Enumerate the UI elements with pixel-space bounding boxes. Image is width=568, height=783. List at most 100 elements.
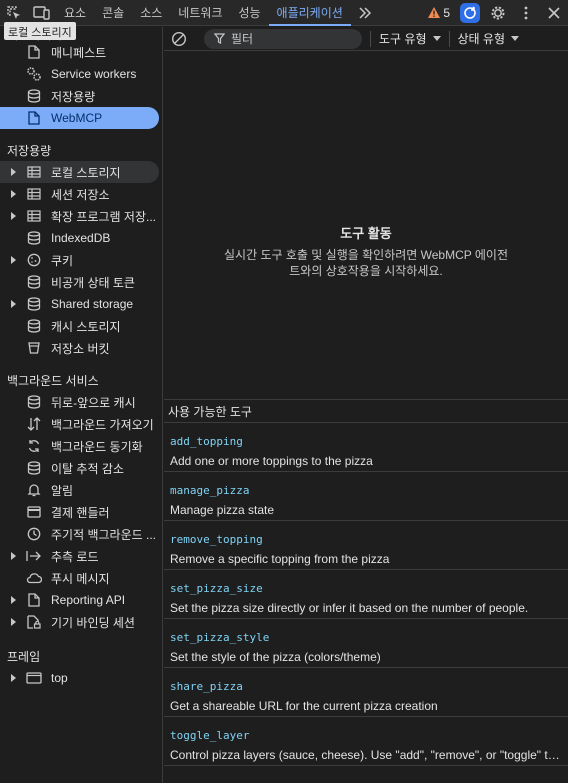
table-icon bbox=[26, 164, 42, 180]
section-background-services: 백그라운드 서비스 bbox=[7, 373, 99, 388]
more-tabs-icon[interactable] bbox=[351, 0, 379, 26]
tab-network[interactable]: 네트워크 bbox=[170, 0, 230, 26]
tool-description: Manage pizza state bbox=[170, 503, 275, 517]
sidebar-item-speculative-loads[interactable]: 추측 로드 bbox=[0, 545, 162, 567]
tool-item[interactable]: remove_topping Remove a specific topping… bbox=[164, 521, 568, 570]
table-icon bbox=[26, 186, 42, 202]
sidebar-item-shared-storage[interactable]: Shared storage bbox=[0, 293, 162, 315]
tool-item[interactable]: share_pizza Get a shareable URL for the … bbox=[164, 668, 568, 717]
sidebar-item-bfcache[interactable]: 뒤로-앞으로 캐시 bbox=[0, 391, 162, 413]
tool-description: Set the pizza size directly or infer it … bbox=[170, 601, 529, 615]
sidebar-item-session-storage[interactable]: 세션 저장소 bbox=[0, 183, 162, 205]
tool-type-label: 도구 유형 bbox=[379, 32, 427, 46]
sidebar-item-notifications[interactable]: 알림 bbox=[0, 479, 162, 501]
sidebar-item-background-fetch[interactable]: 백그라운드 가져오기 bbox=[0, 413, 162, 435]
tool-description: Control pizza layers (sauce, cheese). Us… bbox=[170, 748, 564, 762]
tool-type-dropdown[interactable]: 도구 유형 bbox=[379, 30, 441, 47]
status-type-dropdown[interactable]: 상태 유형 bbox=[457, 30, 519, 47]
sidebar-item-private-state-tokens[interactable]: 비공개 상태 토큰 bbox=[0, 271, 162, 293]
sidebar-item-local-storage[interactable]: 로컬 스토리지 bbox=[0, 161, 159, 183]
fetch-arrows-icon bbox=[26, 416, 42, 432]
bucket-icon bbox=[26, 340, 42, 356]
tool-name: set_pizza_style bbox=[170, 631, 270, 644]
more-options-icon[interactable] bbox=[512, 0, 540, 26]
tab-console[interactable]: 콘솔 bbox=[94, 0, 132, 26]
sidebar-item-webmcp[interactable]: WebMCP bbox=[0, 107, 159, 129]
sidebar-item-periodic-background-sync[interactable]: 주기적 백그라운드 ... bbox=[0, 523, 162, 545]
tool-item[interactable]: manage_pizza Manage pizza state bbox=[164, 472, 568, 521]
expand-arrow-icon[interactable] bbox=[11, 674, 16, 682]
expand-arrow-icon[interactable] bbox=[11, 190, 16, 198]
database-icon bbox=[26, 88, 42, 104]
expand-arrow-icon[interactable] bbox=[11, 596, 16, 604]
expand-arrow-icon[interactable] bbox=[11, 212, 16, 220]
chevron-down-icon bbox=[511, 36, 519, 41]
filter-input[interactable]: 필터 bbox=[204, 28, 362, 49]
database-icon bbox=[26, 274, 42, 290]
expand-arrow-icon[interactable] bbox=[11, 256, 16, 264]
document-icon bbox=[26, 592, 42, 608]
tool-name: set_pizza_size bbox=[170, 582, 263, 595]
database-icon bbox=[26, 460, 42, 476]
tool-item[interactable]: set_pizza_size Set the pizza size direct… bbox=[164, 570, 568, 619]
sidebar-item-indexeddb[interactable]: IndexedDB bbox=[0, 227, 162, 249]
sidebar-item-bounce-tracking[interactable]: 이탈 추적 감소 bbox=[0, 457, 162, 479]
tool-description: Remove a specific topping from the pizza bbox=[170, 552, 390, 566]
expand-arrow-icon[interactable] bbox=[11, 300, 16, 308]
expand-arrow-icon[interactable] bbox=[11, 168, 16, 176]
webmcp-toolbar: 필터 도구 유형 상태 유형 bbox=[164, 27, 568, 51]
close-icon[interactable] bbox=[540, 0, 568, 26]
database-icon bbox=[26, 230, 42, 246]
sidebar-item-background-sync[interactable]: 백그라운드 동기화 bbox=[0, 435, 162, 457]
tool-description: Set the style of the pizza (colors/theme… bbox=[170, 650, 381, 664]
tool-item[interactable]: toggle_layer Control pizza layers (sauce… bbox=[164, 717, 568, 766]
sidebar-item-payment-handler[interactable]: 결제 핸들러 bbox=[0, 501, 162, 523]
tool-name: manage_pizza bbox=[170, 484, 250, 497]
empty-title: 도구 활동 bbox=[340, 226, 392, 241]
bell-icon bbox=[26, 482, 42, 498]
warnings-counter[interactable]: 5 bbox=[421, 6, 456, 20]
tab-application[interactable]: 애플리케이션 bbox=[268, 0, 351, 26]
expand-arrow-icon[interactable] bbox=[11, 552, 16, 560]
tool-name: toggle_layer bbox=[170, 729, 250, 742]
lock-document-icon bbox=[26, 614, 42, 630]
tool-activity-empty-state: 도구 활동 실시간 도구 호출 및 실행을 확인하려면 WebMCP 에이전트와… bbox=[164, 51, 568, 399]
tool-description: Get a shareable URL for the current pizz… bbox=[170, 699, 438, 713]
settings-gear-icon[interactable] bbox=[484, 0, 512, 26]
gears-icon bbox=[26, 66, 42, 82]
sidebar-item-storage[interactable]: 저장용량 bbox=[0, 85, 162, 107]
tab-performance[interactable]: 성능 bbox=[230, 0, 268, 26]
ai-assistance-icon[interactable] bbox=[460, 2, 480, 23]
empty-description: 실시간 도구 호출 및 실행을 확인하려면 WebMCP 에이전트와의 상호작용… bbox=[224, 248, 509, 278]
sync-icon bbox=[26, 438, 42, 454]
section-storage: 저장용량 bbox=[7, 143, 52, 158]
sidebar-item-manifest[interactable]: 매니페스트 bbox=[0, 41, 162, 63]
tab-sources[interactable]: 소스 bbox=[132, 0, 170, 26]
cloud-icon bbox=[26, 570, 42, 586]
sidebar-item-cookies[interactable]: 쿠키 bbox=[0, 249, 162, 271]
devtools-tab-bar: 요소 콘솔 소스 네트워크 성능 애플리케이션 5 bbox=[0, 0, 568, 26]
tool-name: add_topping bbox=[170, 435, 243, 448]
sidebar-item-service-workers[interactable]: Service workers bbox=[0, 63, 162, 85]
sidebar-item-reporting-api[interactable]: Reporting API bbox=[0, 589, 162, 611]
database-icon bbox=[26, 394, 42, 410]
clear-icon[interactable] bbox=[171, 31, 187, 47]
chevron-down-icon bbox=[432, 36, 441, 41]
tool-item[interactable]: add_topping Add one or more toppings to … bbox=[164, 423, 568, 472]
tool-name: share_pizza bbox=[170, 680, 243, 693]
warning-icon bbox=[428, 7, 441, 18]
sidebar-item-push-messaging[interactable]: 푸시 메시지 bbox=[0, 567, 162, 589]
sidebar-item-cache-storage[interactable]: 캐시 스토리지 bbox=[0, 315, 162, 337]
tool-item[interactable]: set_pizza_style Set the style of the piz… bbox=[164, 619, 568, 668]
sidebar-item-frame-top[interactable]: top bbox=[0, 667, 162, 689]
sidebar-item-storage-buckets[interactable]: 저장소 버킷 bbox=[0, 337, 162, 359]
sidebar-item-extension-storage[interactable]: 확장 프로그램 저장... bbox=[0, 205, 162, 227]
toolbar-divider bbox=[370, 30, 371, 47]
credit-card-icon bbox=[26, 504, 42, 520]
tool-name: remove_topping bbox=[170, 533, 263, 546]
filter-icon bbox=[214, 33, 225, 44]
expand-arrow-icon[interactable] bbox=[11, 618, 16, 626]
window-frame-icon bbox=[26, 670, 42, 686]
sidebar-item-device-bound-sessions[interactable]: 기기 바인딩 세션 bbox=[0, 611, 162, 633]
status-type-label: 상태 유형 bbox=[457, 32, 506, 46]
